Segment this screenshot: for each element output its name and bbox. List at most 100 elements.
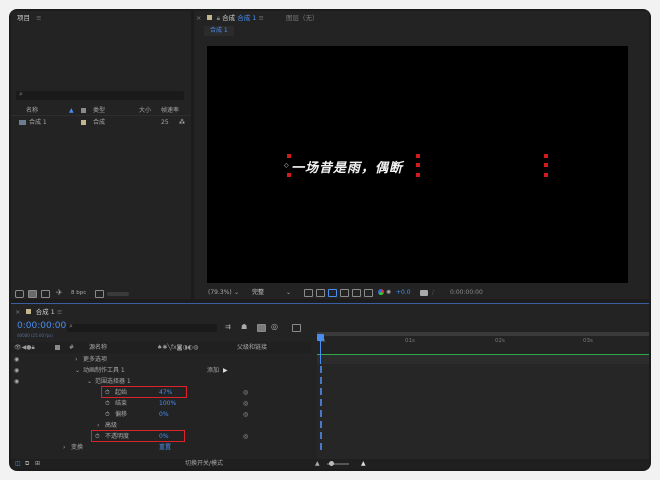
panel-menu-icon[interactable]: ≡ (36, 14, 41, 22)
comp-timecode[interactable]: 0:00:00:00 (450, 287, 483, 298)
close-icon[interactable]: × (196, 14, 201, 22)
property-row-offset[interactable]: ⏱︎ 偏移 0% ◎ (11, 409, 311, 420)
zoom-slider-knob[interactable] (329, 461, 334, 466)
close-icon[interactable]: × (15, 308, 20, 316)
composition-subtab[interactable]: 合成 1 (204, 26, 234, 36)
bpc-label[interactable]: 8 bpc (71, 290, 86, 296)
composition-tab-name[interactable]: 合成 1 (237, 14, 256, 22)
work-area-bar[interactable] (317, 332, 649, 336)
keyframe-marker[interactable] (320, 399, 322, 406)
3d-view-icon[interactable] (364, 289, 373, 297)
source-name-column[interactable]: 源名称 (89, 342, 107, 353)
time-ruler[interactable]: 0s 01s 02s 03s (317, 332, 649, 352)
layer-row[interactable]: › 变换 重置 (11, 442, 311, 453)
show-snapshot-icon[interactable]: / (432, 287, 434, 298)
layer-duration-bar[interactable] (317, 354, 649, 364)
column-size[interactable]: 大小 (139, 105, 151, 116)
layer-row[interactable]: ◉ › 更多选项 (11, 354, 311, 365)
expand-arrow-icon[interactable]: › (75, 354, 77, 365)
column-fps[interactable]: 帧速率 (161, 105, 179, 116)
selection-handle[interactable] (416, 163, 420, 167)
keyframe-marker[interactable] (320, 443, 322, 450)
grid-guides-icon[interactable] (316, 289, 325, 297)
keyframe-marker[interactable] (320, 388, 322, 395)
keyframe-marker[interactable] (320, 421, 322, 428)
render-time-icon[interactable]: ◫ (15, 459, 21, 469)
pick-whip-icon[interactable]: ◎ (243, 387, 248, 398)
label-tag-icon[interactable] (55, 345, 60, 350)
hash-icon[interactable]: # (69, 342, 74, 353)
shy-icon[interactable]: ☗ (241, 323, 247, 331)
region-of-interest-icon[interactable] (340, 289, 349, 297)
comp-flow-icon[interactable]: ⇉ (225, 323, 231, 331)
keyframe-marker[interactable] (320, 366, 322, 373)
transparency-grid-icon[interactable] (352, 289, 361, 297)
chevron-down-icon[interactable]: ⌄ (286, 287, 291, 298)
keyframe-marker[interactable] (320, 410, 322, 417)
magnification-dropdown[interactable]: (79.3%) (208, 287, 232, 298)
lock-icon[interactable]: 🔒︎ (217, 14, 220, 22)
expand-arrow-icon[interactable]: ⌄ (87, 376, 92, 387)
layer-switches-icon[interactable]: ♠✱╲fx◙◑◐◍ (157, 342, 198, 353)
column-name[interactable]: 名称 (26, 105, 38, 116)
eye-icon[interactable]: ◉ (14, 354, 19, 365)
add-animator-label[interactable]: 添加 (207, 365, 219, 376)
anchor-point-icon[interactable]: ◇ (284, 162, 289, 169)
timeline-tab[interactable]: 合成 1 (36, 308, 55, 316)
selection-handle[interactable] (544, 163, 548, 167)
sort-arrow-icon[interactable]: ▲ (69, 105, 74, 116)
property-value[interactable]: 100% (159, 398, 176, 409)
expand-arrow-icon[interactable]: ⌄ (75, 365, 80, 376)
exposure-icon[interactable]: ✺ (386, 287, 391, 298)
av-switches-icon[interactable]: 👁︎◀●🔒︎ (14, 342, 35, 353)
pick-whip-icon[interactable]: ◎ (243, 409, 248, 420)
eye-icon[interactable]: ◉ (14, 365, 19, 376)
graph-editor-icon[interactable] (292, 324, 301, 332)
mask-visibility-icon[interactable] (328, 289, 337, 297)
motion-blur-icon[interactable]: ◎ (271, 322, 278, 331)
zoom-in-icon[interactable]: ▲ (361, 459, 366, 469)
property-value[interactable]: 0% (159, 409, 169, 420)
pin-icon[interactable]: ✈ (56, 288, 63, 297)
toggle-switches-modes[interactable]: 切换开关/模式 (185, 459, 223, 469)
panel-menu-icon[interactable]: ≡ (57, 308, 62, 316)
layer-tab[interactable]: 图层（无） (286, 14, 319, 22)
label-tag-icon[interactable] (81, 108, 86, 113)
playhead-handle-icon[interactable] (317, 334, 324, 341)
shy-layers-icon[interactable]: ⊞ (35, 459, 40, 469)
column-type[interactable]: 类型 (93, 105, 105, 116)
composition-canvas[interactable]: 一场昔是雨，偶断 ◇ (207, 46, 628, 283)
chevron-down-icon[interactable]: ⌄ (234, 287, 239, 298)
selection-handle[interactable] (287, 154, 291, 158)
eye-icon[interactable]: ◉ (14, 376, 19, 387)
layer-row[interactable]: ◉ ⌄ 动画制作工具 1 添加 ▶ (11, 365, 311, 376)
keyframe-marker[interactable] (320, 432, 322, 439)
pick-whip-icon[interactable]: ◎ (243, 398, 248, 409)
canvas-text[interactable]: 一场昔是雨，偶断 (291, 157, 403, 176)
snapshot-icon[interactable] (420, 290, 428, 296)
new-composition-icon[interactable] (41, 290, 50, 298)
stopwatch-icon[interactable]: ⏱︎ (105, 398, 110, 409)
selection-handle[interactable] (416, 154, 420, 158)
stopwatch-icon[interactable]: ⏱︎ (105, 409, 110, 420)
flowchart-icon[interactable]: ⁂ (179, 117, 185, 128)
zoom-out-icon[interactable]: ▲ (315, 459, 320, 469)
thumbnail-slider[interactable] (107, 292, 129, 296)
add-arrow-icon[interactable]: ▶ (223, 365, 228, 376)
selection-handle[interactable] (287, 173, 291, 177)
in-out-icon[interactable]: ⧉ (25, 459, 29, 469)
project-panel-title[interactable]: 项目 (17, 14, 30, 22)
new-folder-icon[interactable] (28, 290, 37, 298)
channel-icon[interactable] (378, 289, 384, 295)
parent-link-column[interactable]: 父级和链接 (237, 342, 267, 353)
trash-icon[interactable] (95, 290, 104, 298)
selection-handle[interactable] (416, 173, 420, 177)
composition-tab[interactable]: 合成 (222, 14, 235, 22)
timeline-timecode[interactable]: 0:00:00:00 (17, 321, 66, 331)
expand-arrow-icon[interactable]: › (63, 442, 65, 453)
resolution-dropdown[interactable]: 完整 (252, 287, 264, 298)
timeline-search-input[interactable]: ⌕ (67, 322, 217, 332)
selection-handle[interactable] (544, 173, 548, 177)
interpret-footage-icon[interactable] (15, 290, 24, 298)
selection-handle[interactable] (544, 154, 548, 158)
